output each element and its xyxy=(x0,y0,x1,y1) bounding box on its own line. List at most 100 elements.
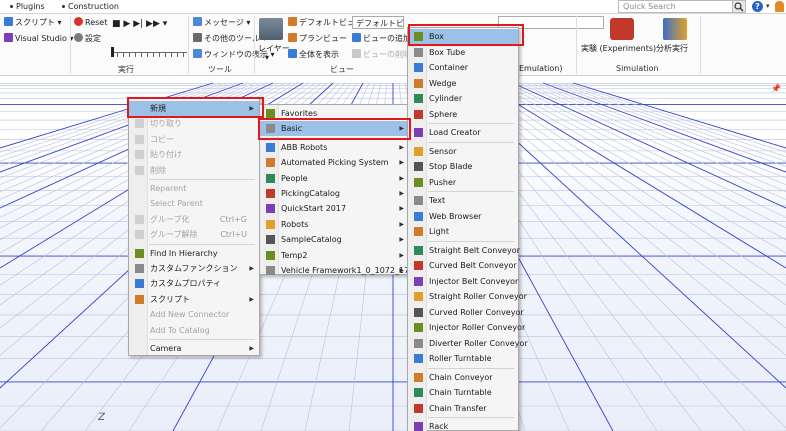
script-button[interactable]: スクリプト ▾ xyxy=(4,17,62,28)
add-view-button[interactable]: ビューの追加 xyxy=(352,33,411,44)
basic-submenu-item-stop-blade[interactable]: Stop Blade xyxy=(408,159,518,174)
layer-label[interactable]: レイヤー xyxy=(258,43,290,54)
search-icon[interactable] xyxy=(732,0,746,13)
play-icon[interactable]: ▶ xyxy=(123,19,130,29)
playback-controls[interactable]: ■ ▶ ▶| ▶▶ ▾ xyxy=(112,19,167,29)
new-submenu-item-temp2[interactable]: Temp2 ▶ xyxy=(260,248,409,263)
basic-submenu-item-chain-transfer[interactable]: Chain Transfer xyxy=(408,401,518,416)
analysis-button[interactable]: 分析実行 xyxy=(656,43,688,54)
window-icon xyxy=(193,49,202,58)
add-view-label: ビューの追加 xyxy=(363,34,411,43)
basic-submenu-item-icon xyxy=(414,78,423,88)
context-menu-item-[interactable]: グループ化 Ctrl+G xyxy=(129,212,259,227)
context-menu-item-[interactable]: 切り取り xyxy=(129,116,259,131)
basic-submenu-item-sensor[interactable]: Sensor xyxy=(408,144,518,159)
tab-plugins[interactable]: Plugins xyxy=(10,2,45,11)
basic-submenu-item-pusher[interactable]: Pusher xyxy=(408,175,518,190)
view-select[interactable]: デフォルトビュー xyxy=(352,16,404,29)
basic-submenu-item-curved-roller-conveyor[interactable]: Curved Roller Conveyor xyxy=(408,305,524,320)
context-menu-item-select-parent[interactable]: Select Parent xyxy=(129,196,259,211)
context-menu-item-label: グループ化 xyxy=(150,214,190,224)
basic-submenu-item-chain-conveyor[interactable]: Chain Conveyor xyxy=(408,370,518,385)
basic-submenu-item-icon xyxy=(414,276,423,286)
context-menu-item-[interactable]: カスタムファンクション ▶ xyxy=(129,261,259,276)
context-menu-item-[interactable]: スクリプト ▶ xyxy=(129,292,259,307)
pin-icon[interactable]: 📌 xyxy=(771,84,781,93)
shortcut-label: Ctrl+G xyxy=(219,214,247,224)
quick-search-input[interactable]: Quick Search xyxy=(618,0,746,13)
basic-submenu-item-label: Roller Turntable xyxy=(429,354,492,363)
context-menu-item-label: スクリプト xyxy=(150,294,190,304)
chevron-down-icon[interactable]: ▾ xyxy=(265,53,269,62)
basic-submenu-item-label: Wedge xyxy=(429,78,457,88)
context-menu-item-[interactable]: カスタムプロパティ xyxy=(129,276,259,291)
speed-slider-thumb[interactable] xyxy=(111,47,114,57)
visual-studio-button[interactable]: Visual Studio ▾ xyxy=(4,33,73,43)
step-icon[interactable]: ▶| xyxy=(133,19,143,29)
basic-submenu-item-icon xyxy=(414,47,423,57)
new-submenu-item-pickingcatalog[interactable]: PickingCatalog ▶ xyxy=(260,186,409,201)
layer-icon[interactable] xyxy=(259,18,283,40)
basic-submenu-item-icon xyxy=(414,292,423,301)
new-submenu-item-automated-picking-system[interactable]: Automated Picking System ▶ xyxy=(260,155,409,170)
context-menu-item-[interactable]: 貼り付け xyxy=(129,147,259,162)
context-menu-item-[interactable]: グループ解除 Ctrl+U xyxy=(129,227,259,242)
basic-submenu-item-box-tube[interactable]: Box Tube xyxy=(408,45,518,60)
house-icon xyxy=(288,17,297,26)
context-menu-item-[interactable]: 削除 xyxy=(129,163,259,178)
message-button[interactable]: メッセージ ▾ xyxy=(193,17,250,28)
basic-submenu-item-straight-belt-conveyor[interactable]: Straight Belt Conveyor xyxy=(408,243,520,258)
new-submenu-item-abb-robots[interactable]: ABB Robots ▶ xyxy=(260,140,409,155)
reset-button[interactable]: Reset xyxy=(74,17,107,27)
chart-icon[interactable] xyxy=(663,18,687,40)
experiments-button[interactable]: 実験 (Experiments) xyxy=(581,43,656,54)
context-menu-item-find-in-hierarchy[interactable]: Find In Hierarchy xyxy=(129,246,259,261)
context-menu-item-add-to-catalog[interactable]: Add To Catalog xyxy=(129,323,259,338)
basic-submenu-item-curved-belt-conveyor[interactable]: Curved Belt Conveyor xyxy=(408,258,518,273)
context-menu-item-add-new-connector[interactable]: Add New Connector xyxy=(129,307,259,322)
basic-submenu-item-icon xyxy=(414,146,423,156)
basic-submenu-item-rack[interactable]: Rack xyxy=(408,419,518,431)
delete-view-button[interactable]: ビューの削除 xyxy=(352,49,411,60)
submenu-arrow-icon: ▶ xyxy=(399,251,404,259)
basic-submenu-item-load-creator[interactable]: Load Creator xyxy=(408,125,518,140)
basic-submenu-item-straight-roller-conveyor[interactable]: Straight Roller Conveyor xyxy=(408,289,527,304)
basic-submenu-item-roller-turntable[interactable]: Roller Turntable xyxy=(408,351,518,366)
new-submenu-item-vehicle-framework1-0-1072-1715[interactable]: Vehicle Framework1_0_1072_1715 ▶ xyxy=(260,263,419,278)
new-submenu-item-people[interactable]: People ▶ xyxy=(260,171,409,186)
basic-submenu-item-web-browser[interactable]: Web Browser xyxy=(408,209,518,224)
menu-separator xyxy=(428,240,514,242)
basic-submenu-item-container[interactable]: Container xyxy=(408,60,518,75)
fast-forward-icon[interactable]: ▶▶ xyxy=(146,19,160,29)
basic-submenu-item-wedge[interactable]: Wedge xyxy=(408,76,518,91)
settings-button[interactable]: 設定 xyxy=(74,33,101,44)
stop-icon[interactable]: ■ xyxy=(112,19,121,29)
basic-submenu-item-cylinder[interactable]: Cylinder xyxy=(408,91,518,106)
chevron-down-icon[interactable]: ▾ xyxy=(766,2,770,10)
basic-submenu-item-icon xyxy=(414,94,423,103)
context-menu-item-reparent[interactable]: Reparent xyxy=(129,181,259,196)
basic-submenu-item-label: Load Creator xyxy=(429,128,481,137)
basic-submenu-item-icon xyxy=(414,307,423,317)
basic-submenu-item-sphere[interactable]: Sphere xyxy=(408,107,518,122)
new-submenu-item-robots[interactable]: Robots ▶ xyxy=(260,217,409,232)
menu-separator xyxy=(149,339,255,340)
basic-submenu-item-injector-belt-conveyor[interactable]: Injector Belt Conveyor xyxy=(408,274,518,289)
new-submenu-item-quickstart-2017[interactable]: QuickStart 2017 ▶ xyxy=(260,201,409,216)
context-menu-item-camera[interactable]: Camera ▶ xyxy=(129,341,259,356)
basic-submenu-item-light[interactable]: Light xyxy=(408,224,518,239)
basic-submenu-item-injector-roller-conveyor[interactable]: Injector Roller Conveyor xyxy=(408,320,525,335)
gear-icon xyxy=(74,33,83,42)
user-icon[interactable] xyxy=(775,1,784,12)
help-icon[interactable]: ? xyxy=(752,1,763,12)
basic-submenu-item-text[interactable]: Text xyxy=(408,193,518,208)
other-tools-button[interactable]: その他のツール ▾ xyxy=(193,33,267,44)
context-menu-item-[interactable]: コピー xyxy=(129,132,259,147)
show-all-button[interactable]: 全体を表示 xyxy=(288,49,339,60)
plan-view-button[interactable]: プランビュー xyxy=(288,33,347,44)
tab-construction[interactable]: Construction xyxy=(62,2,119,11)
basic-submenu-item-diverter-roller-conveyor[interactable]: Diverter Roller Conveyor xyxy=(408,336,528,351)
dice-icon[interactable] xyxy=(610,18,634,40)
basic-submenu-item-chain-turntable[interactable]: Chain Turntable xyxy=(408,385,518,400)
new-submenu-item-samplecatalog[interactable]: SampleCatalog ▶ xyxy=(260,232,409,247)
